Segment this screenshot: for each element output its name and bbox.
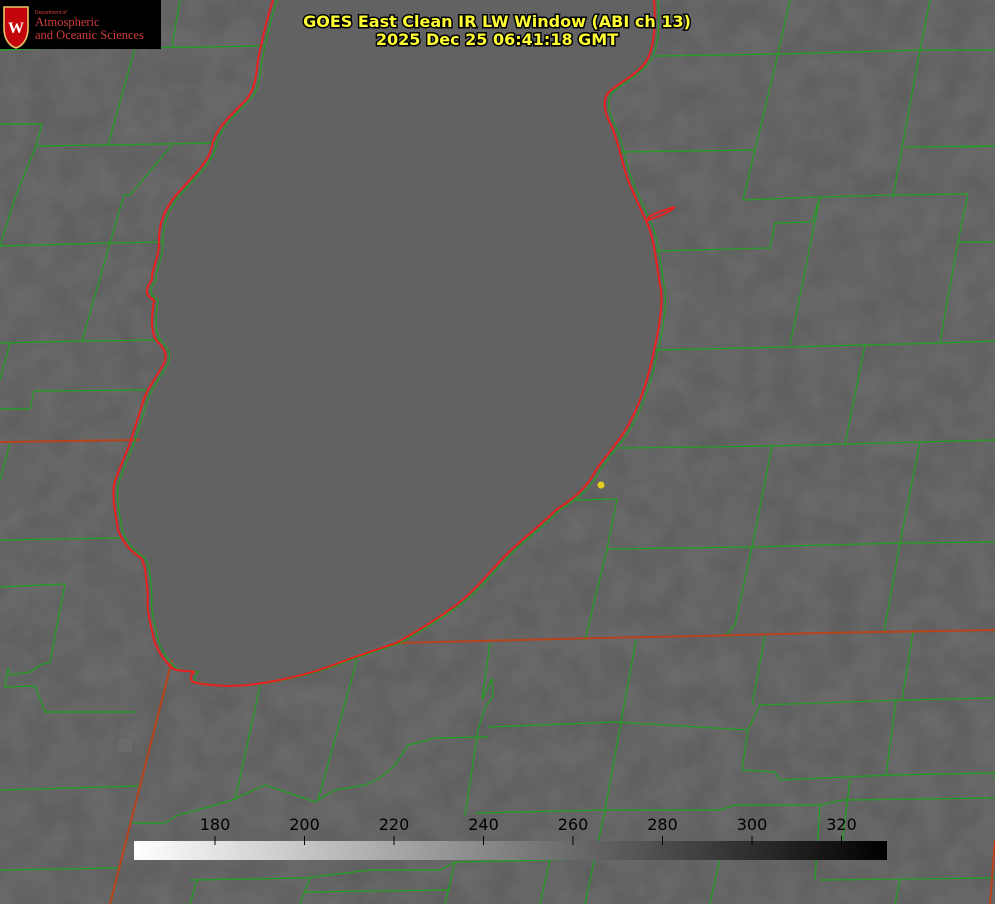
location-marker: [597, 481, 605, 489]
colorbar-tick-label: 320: [826, 815, 857, 834]
image-timestamp: 2025 Dec 25 06:41:18 GMT: [376, 30, 618, 49]
warm-pixel: [118, 738, 132, 752]
colorbar-tick-label: 280: [647, 815, 678, 834]
satellite-map: GOES East Clean IR LW Window (ABI ch 13)…: [0, 0, 995, 904]
logo-name-line2: and Oceanic Sciences: [35, 28, 144, 42]
map-canvas: GOES East Clean IR LW Window (ABI ch 13)…: [0, 0, 995, 904]
logo-name-line1: Atmospheric: [35, 15, 100, 29]
colorbar-tick-label: 200: [289, 815, 320, 834]
logo: W Department of Atmospheric and Oceanic …: [0, 0, 161, 49]
colorbar-tick-label: 220: [379, 815, 410, 834]
uw-crest-icon: W: [3, 6, 29, 49]
colorbar-tick-label: 240: [468, 815, 499, 834]
colorbar-tick-label: 260: [558, 815, 589, 834]
colorbar-gradient: [134, 841, 887, 860]
image-title: GOES East Clean IR LW Window (ABI ch 13): [303, 12, 691, 31]
colorbar-tick-label: 180: [200, 815, 231, 834]
colorbar-tick-label: 300: [737, 815, 768, 834]
svg-text:W: W: [8, 20, 24, 37]
